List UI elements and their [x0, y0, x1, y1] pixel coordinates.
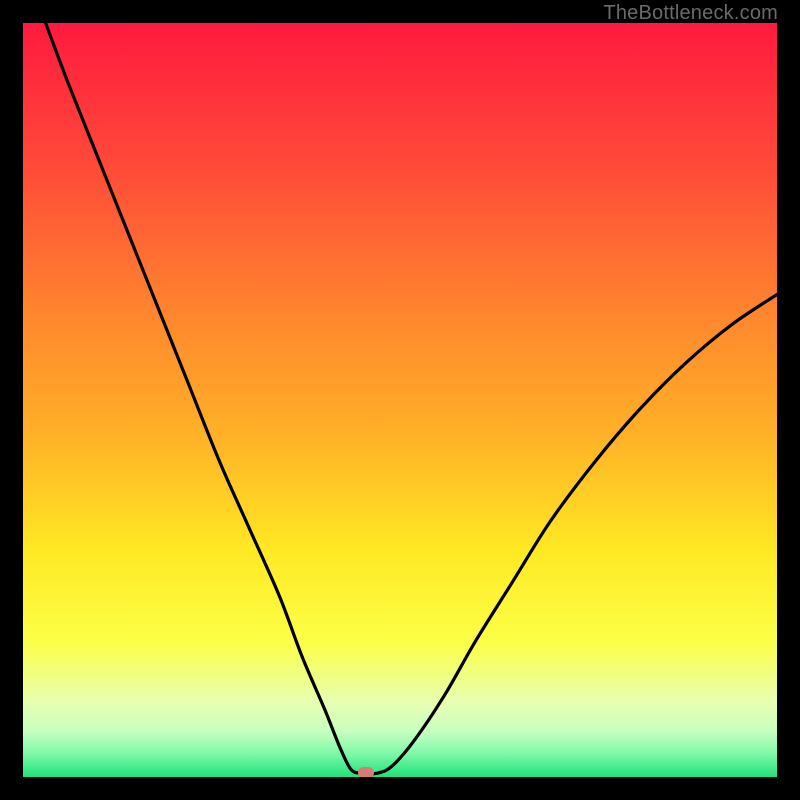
plot-area	[23, 23, 777, 777]
chart-frame: TheBottleneck.com	[0, 0, 800, 800]
watermark-text: TheBottleneck.com	[603, 2, 778, 25]
optimal-marker	[358, 767, 374, 777]
bottleneck-curve	[23, 23, 777, 777]
